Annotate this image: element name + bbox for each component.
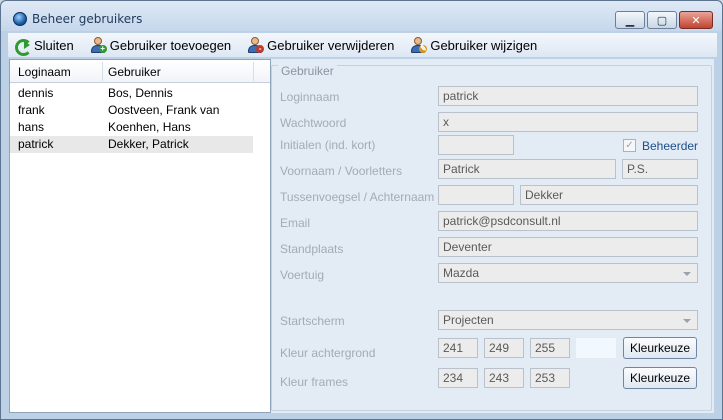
achternaam-field[interactable]: Dekker xyxy=(520,185,698,205)
minimize-icon: ▁ xyxy=(625,13,635,27)
minimize-button[interactable]: ▁ xyxy=(615,11,645,29)
initialen-field[interactable] xyxy=(438,135,514,155)
column-header-gebruiker[interactable]: Gebruiker xyxy=(108,65,161,81)
edit-user-icon: ✎ xyxy=(410,37,428,53)
edit-user-button[interactable]: ✎ Gebruiker wijzigen xyxy=(404,34,543,56)
table-row[interactable]: dennis Bos, Dennis xyxy=(10,85,270,102)
voertuig-select[interactable]: Mazda xyxy=(438,263,698,283)
loginnaam-field[interactable]: patrick xyxy=(438,86,698,106)
table-row[interactable]: patrick Dekker, Patrick xyxy=(10,136,253,153)
email-field[interactable]: patrick@psdconsult.nl xyxy=(438,211,698,231)
table-row[interactable]: frank Oostveen, Frank van xyxy=(10,102,270,119)
wachtwoord-field[interactable]: x xyxy=(438,112,698,132)
sluiten-button[interactable]: Sluiten xyxy=(8,34,80,56)
kleurkeuze-frames-button[interactable]: Kleurkeuze xyxy=(623,367,697,389)
startscherm-select[interactable]: Projecten xyxy=(438,310,698,330)
sluiten-label: Sluiten xyxy=(34,37,74,53)
cell-gebruiker: Dekker, Patrick xyxy=(108,137,189,151)
group-title: Gebruiker xyxy=(278,64,337,78)
delete-user-icon: - xyxy=(247,37,265,53)
toolbar: Sluiten + Gebruiker toevoegen - Gebruike… xyxy=(8,33,717,57)
label-voertuig: Voertuig xyxy=(280,268,325,282)
delete-user-button[interactable]: - Gebruiker verwijderen xyxy=(241,34,400,56)
gebruiker-group: Gebruiker Loginnaam patrick Wachtwoord x… xyxy=(271,64,712,411)
delete-user-label: Gebruiker verwijderen xyxy=(267,37,395,53)
title-bar[interactable]: Beheer gebruikers ▁ ▢ ✕ xyxy=(1,1,722,31)
close-icon: ✕ xyxy=(691,13,701,27)
label-startscherm: Startscherm xyxy=(280,314,345,328)
cell-loginnaam: frank xyxy=(18,103,45,117)
user-list[interactable]: Loginaam Gebruiker dennis Bos, Dennis fran… xyxy=(9,59,271,413)
cell-loginnaam: hans xyxy=(18,120,45,134)
frames-green-field[interactable]: 243 xyxy=(484,368,524,388)
cell-loginnaam: patrick xyxy=(18,137,54,151)
table-row[interactable]: hans Koenhen, Hans xyxy=(10,119,270,136)
standplaats-field[interactable]: Deventer xyxy=(438,237,698,257)
column-header-loginnaam[interactable]: Loginaam xyxy=(18,65,71,81)
list-rows: dennis Bos, Dennis frank Oostveen, Frank va… xyxy=(10,85,270,153)
voornaam-field[interactable]: Patrick xyxy=(438,159,616,179)
maximize-icon: ▢ xyxy=(656,13,668,27)
add-user-icon: + xyxy=(90,37,107,53)
maximize-button[interactable]: ▢ xyxy=(647,11,677,29)
add-user-button[interactable]: + Gebruiker toevoegen xyxy=(84,34,237,56)
chevron-down-icon xyxy=(683,272,691,276)
label-voornaam: Voornaam / Voorletters xyxy=(280,164,403,178)
bg-color-swatch xyxy=(576,338,616,358)
detail-panel: Gebruiker Loginnaam patrick Wachtwoord x… xyxy=(271,59,714,413)
close-button[interactable]: ✕ xyxy=(679,11,713,29)
edit-user-label: Gebruiker wijzigen xyxy=(430,37,538,53)
label-kleur-achtergrond: Kleur achtergrond xyxy=(280,346,376,360)
frames-red-field[interactable]: 234 xyxy=(438,368,478,388)
bg-blue-field[interactable]: 255 xyxy=(530,338,570,358)
cell-gebruiker: Koenhen, Hans xyxy=(108,120,191,134)
window-title: Beheer gebruikers xyxy=(32,12,143,26)
bg-red-field[interactable]: 241 xyxy=(438,338,478,358)
voorletters-field[interactable]: P.S. xyxy=(622,159,698,179)
main-window: Beheer gebruikers ▁ ▢ ✕ Sluiten + Gebrui… xyxy=(0,0,723,420)
startscherm-value: Projecten xyxy=(443,313,494,327)
tussenvoegsel-field[interactable] xyxy=(438,185,514,205)
cell-gebruiker: Bos, Dennis xyxy=(108,86,173,100)
beheerder-label: Beheerder xyxy=(642,139,699,153)
chevron-down-icon xyxy=(683,319,691,323)
cell-loginnaam: dennis xyxy=(18,86,54,100)
add-user-label: Gebruiker toevoegen xyxy=(109,37,232,53)
voertuig-value: Mazda xyxy=(443,266,480,280)
exit-icon xyxy=(14,37,32,56)
beheerder-checkbox[interactable]: ✓ xyxy=(623,139,636,152)
globe-icon xyxy=(13,12,27,26)
kleurkeuze-achtergrond-button[interactable]: Kleurkeuze xyxy=(623,337,697,359)
label-email: Email xyxy=(280,216,311,230)
label-kleur-frames: Kleur frames xyxy=(280,375,349,389)
list-header: Loginaam Gebruiker xyxy=(10,60,270,83)
label-standplaats: Standplaats xyxy=(280,242,344,256)
label-wachtwoord: Wachtwoord xyxy=(280,116,347,130)
frames-blue-field[interactable]: 253 xyxy=(530,368,570,388)
bg-green-field[interactable]: 249 xyxy=(484,338,524,358)
label-loginnaam: Loginnaam xyxy=(280,90,340,104)
label-initialen: Initialen (ind. kort) xyxy=(280,138,376,152)
cell-gebruiker: Oostveen, Frank van xyxy=(108,103,220,117)
label-tussenvoegsel: Tussenvoegsel / Achternaam xyxy=(280,190,435,204)
